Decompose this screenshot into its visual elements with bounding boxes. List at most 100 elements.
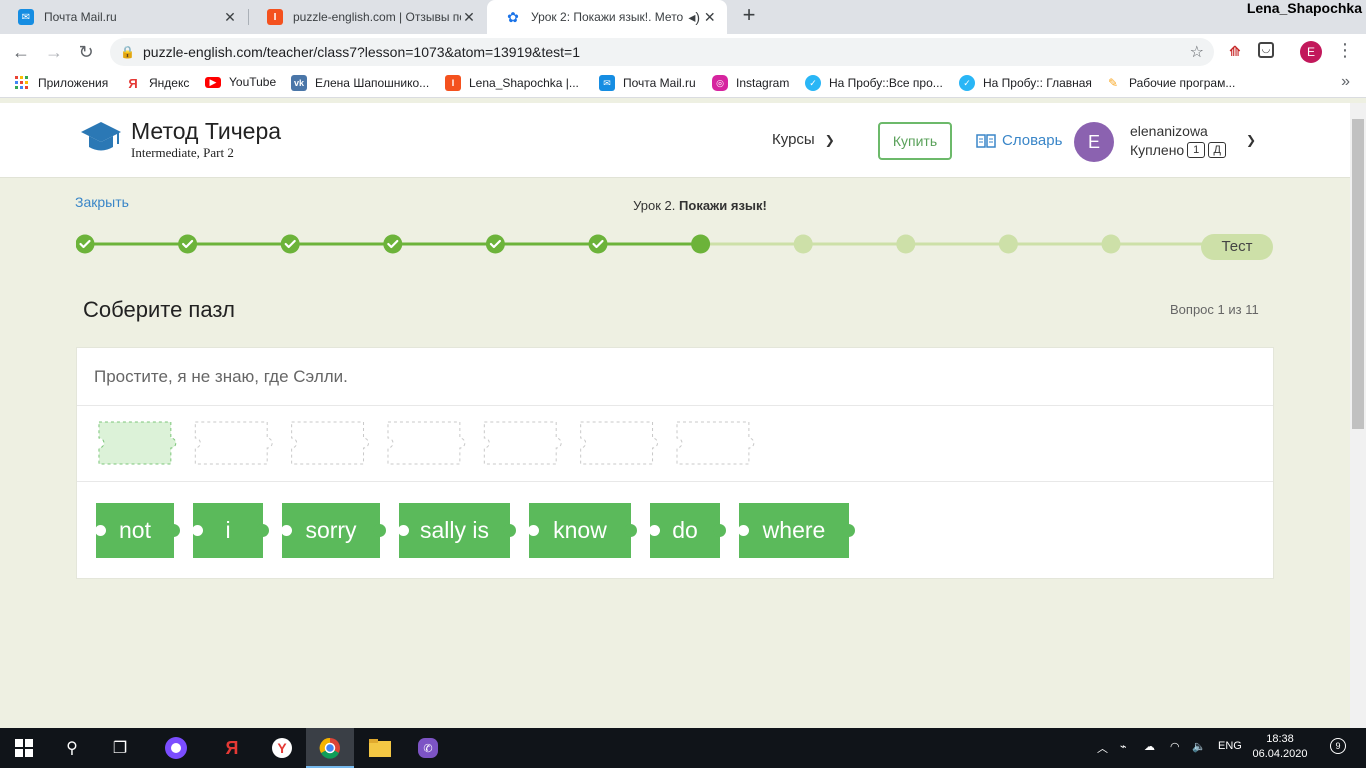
- chrome-icon[interactable]: [318, 736, 342, 760]
- courses-dropdown[interactable]: Курсы ❯: [772, 131, 835, 148]
- answer-slot-empty[interactable]: [580, 421, 658, 465]
- answer-slots: [98, 421, 755, 465]
- word-piece[interactable]: sorry: [281, 503, 386, 558]
- bookmark-mail[interactable]: ✉ Почта Mail.ru: [599, 75, 696, 91]
- piece-knob: [842, 524, 855, 537]
- more-bookmarks-icon[interactable]: »: [1341, 73, 1350, 91]
- word-piece[interactable]: sally is: [398, 503, 516, 558]
- yandex-icon[interactable]: Y: [270, 736, 294, 760]
- wifi-icon[interactable]: ◠: [1170, 740, 1180, 753]
- question-counter: Вопрос 1 из 11: [1170, 302, 1259, 317]
- bookmark-label: На Пробу:: Главная: [983, 76, 1092, 90]
- onedrive-icon[interactable]: ☁: [1144, 740, 1155, 753]
- answer-slot-empty[interactable]: [483, 421, 562, 465]
- lesson-name: Покажи язык!: [679, 198, 767, 213]
- bookmark-label: Instagram: [736, 76, 790, 90]
- forward-arrow-icon[interactable]: →: [42, 40, 66, 64]
- file-explorer-icon[interactable]: [368, 736, 392, 760]
- youtube-icon: ▶: [205, 76, 221, 88]
- step-todo-dot: [793, 234, 813, 254]
- close-tab-icon[interactable]: ✕: [461, 9, 477, 26]
- back-arrow-icon[interactable]: ←: [9, 40, 33, 64]
- pdf-extension-icon[interactable]: ⟰: [1226, 42, 1244, 60]
- bookmark-label: Елена Шапошнико...: [315, 76, 430, 90]
- bookmark-youtube[interactable]: ▶ YouTube: [205, 75, 276, 89]
- word-piece[interactable]: know: [528, 503, 637, 558]
- test-step-pill[interactable]: Тест: [1201, 234, 1273, 260]
- purchase-badge: Д: [1208, 142, 1227, 158]
- scrollbar-thumb[interactable]: [1352, 119, 1364, 429]
- answer-slot-empty[interactable]: [194, 421, 273, 465]
- step-todo-dot: [896, 234, 916, 254]
- menu-dots-icon[interactable]: ⋮: [1336, 40, 1354, 61]
- word-piece-label: i: [225, 517, 231, 543]
- close-tab-icon[interactable]: ◂) ✕: [687, 9, 717, 26]
- language-indicator[interactable]: ENG: [1218, 740, 1242, 752]
- tab-label: Почта Mail.ru: [44, 10, 117, 24]
- clock-time: 18:38: [1266, 733, 1294, 745]
- word-piece-label: not: [119, 517, 151, 543]
- profile-avatar[interactable]: E: [1300, 41, 1322, 63]
- task-view-icon[interactable]: ❐: [108, 736, 132, 760]
- vk-icon: vk: [291, 75, 307, 91]
- system-clock[interactable]: 18:38 06.04.2020: [1250, 732, 1310, 762]
- bookmark-label: На Пробу::Все про...: [829, 76, 943, 90]
- answer-slot-empty[interactable]: [676, 421, 755, 465]
- bookmark-star-icon[interactable]: ☆: [1190, 42, 1204, 62]
- answer-slot-empty[interactable]: [291, 421, 369, 465]
- bookmark-naprobu-main[interactable]: ✓ На Пробу:: Главная: [959, 75, 1092, 91]
- yandex-browser-icon[interactable]: Я: [220, 736, 244, 760]
- word-piece[interactable]: i: [192, 503, 269, 558]
- reload-icon[interactable]: ↻: [74, 40, 98, 64]
- word-piece[interactable]: do: [649, 503, 726, 558]
- step-todo-dot: [1101, 234, 1121, 254]
- viber-icon[interactable]: ✆: [416, 736, 440, 760]
- irecommend-icon: I: [267, 9, 283, 25]
- bookmark-label: Lena_Shapochka |...: [469, 76, 579, 90]
- tab-mail[interactable]: ✉ Почта Mail.ru ✕: [0, 0, 248, 34]
- apps-icon: [14, 75, 30, 91]
- bookmark-naprobu-all[interactable]: ✓ На Пробу::Все про...: [805, 75, 943, 91]
- logo-title[interactable]: Метод Тичера: [131, 118, 281, 145]
- user-avatar[interactable]: E: [1074, 122, 1114, 162]
- close-tab-icon[interactable]: ✕: [222, 9, 238, 26]
- site-header: Метод Тичера Intermediate, Part 2 Курсы …: [0, 103, 1350, 178]
- tray-chevron-icon[interactable]: ︿: [1097, 740, 1108, 756]
- mail-icon: ✉: [599, 75, 615, 91]
- bookmark-irecommend[interactable]: I Lena_Shapochka |...: [445, 75, 579, 91]
- tab-lesson[interactable]: ✿ Урок 2: Покажи язык!. Мето ◂) ✕: [487, 0, 727, 34]
- username[interactable]: elenanizowa: [1130, 123, 1208, 139]
- dictionary-link[interactable]: Словарь: [976, 132, 1062, 149]
- search-icon[interactable]: ⚲: [60, 736, 84, 760]
- volume-icon[interactable]: 🔈: [1192, 740, 1206, 753]
- bookmark-apps[interactable]: Приложения: [14, 75, 108, 91]
- network-adapter-icon[interactable]: ⌁: [1120, 740, 1127, 753]
- irecommend-icon: I: [445, 75, 461, 91]
- piece-knob: [713, 524, 726, 537]
- bookmark-label: Почта Mail.ru: [623, 76, 696, 90]
- notifications-icon[interactable]: 9: [1330, 738, 1346, 754]
- page-scrollbar[interactable]: [1350, 103, 1366, 728]
- piece-notch: [398, 525, 409, 536]
- windows-start-icon[interactable]: [12, 736, 36, 760]
- word-piece[interactable]: not: [95, 503, 180, 558]
- bookmark-vk[interactable]: vk Елена Шапошнико...: [291, 75, 429, 91]
- word-piece[interactable]: where: [738, 503, 855, 558]
- word-piece-label: do: [672, 517, 698, 543]
- new-tab-button[interactable]: +: [737, 4, 761, 28]
- piece-knob: [167, 524, 180, 537]
- bookmark-yandex[interactable]: Я Яндекс: [125, 75, 189, 91]
- buy-button[interactable]: Купить: [878, 122, 952, 160]
- answer-slot-active[interactable]: [98, 421, 177, 465]
- answer-slot-empty[interactable]: [387, 421, 466, 465]
- user-menu-chevron-icon[interactable]: ❯: [1246, 133, 1256, 147]
- bookmark-instagram[interactable]: ◎ Instagram: [712, 75, 789, 91]
- bookmark-work-programs[interactable]: ✎ Рабочие програм...: [1105, 75, 1235, 91]
- address-bar[interactable]: 🔒 puzzle-english.com/teacher/class7?less…: [110, 38, 1214, 66]
- alice-assistant-icon[interactable]: [164, 736, 188, 760]
- piece-knob: [624, 524, 637, 537]
- tab-puzzle-reviews[interactable]: I puzzle-english.com | Отзывы по ✕: [249, 0, 487, 34]
- graduation-cap-icon[interactable]: [80, 120, 122, 154]
- shield-extension-icon[interactable]: ◡: [1258, 42, 1274, 58]
- piece-notch: [649, 525, 660, 536]
